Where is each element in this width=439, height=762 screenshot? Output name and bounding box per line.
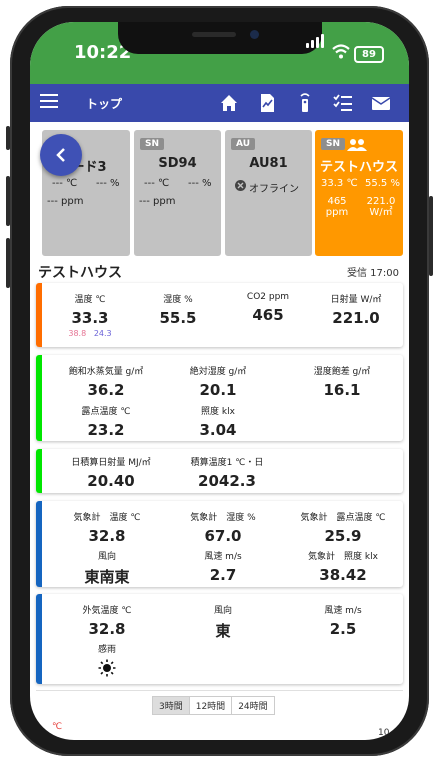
sensor-absolute-humidity: 絶対湿度 g/㎥ 20.1 [189,367,247,399]
chart-range-tabs: 3時間 12時間 24時間 [152,696,275,715]
device-temp: 33.3 ℃ [321,178,358,189]
tab-12h[interactable]: 12時間 [188,696,233,715]
sensor-solar: 日射量 W/㎡ 221.0 [330,295,382,327]
mail-icon[interactable] [370,92,392,114]
weather-temp: 気象計 温度 ℃ 32.8 [73,513,141,545]
device-temp: --- ℃ [52,178,78,189]
power-button [429,196,433,276]
device-hum: 55.5 % [365,178,400,189]
device-name: テストハウス [319,160,398,175]
temp-min: 24.3 [93,329,112,338]
camera [250,30,259,39]
status-bar: 10:22 89 [30,22,409,84]
tab-3h[interactable]: 3時間 [152,696,190,715]
sensor-temp: 温度 ℃ 33.3 38.8 24.3 [68,295,112,338]
sensor-cumulative-solar: 日積算日射量 MJ/㎡ 20.40 [71,458,151,490]
outdoor-panel: 外気温度 ℃ 32.8 風向 東 風速 m/s 2.5 感雨 [36,594,403,684]
weather-humidity: 気象計 湿度 % 67.0 [190,513,256,545]
speaker [192,32,236,37]
device-card-selected[interactable]: SN テストハウス 33.3 ℃ 55.5 % 465 ppm 221.0 W/… [315,130,403,256]
offline-icon [235,180,246,194]
group-icon [347,137,367,156]
wifi-icon [332,44,350,64]
temp-max: 38.8 [68,329,87,338]
device-card[interactable]: AU AU81 オフライン [225,130,312,256]
graph-report-icon[interactable] [256,92,278,114]
sensor-panel: 温度 ℃ 33.3 38.8 24.3 湿度 % 55.5 CO2 ppm 46… [36,283,403,347]
notch [118,22,322,54]
weather-illuminance: 気象計 照度 klx 38.42 [308,552,378,584]
panel-accent [36,355,42,441]
device-name: AU81 [249,156,288,171]
panel-accent [36,449,42,493]
weather-station-panel: 気象計 温度 ℃ 32.8 気象計 湿度 % 67.0 気象計 露点温度 ℃ 2… [36,501,403,587]
device-ppm: --- ppm [47,196,84,207]
chevron-left-icon [56,148,65,162]
device-badge: SN [140,138,165,150]
volume-down-button [6,238,10,288]
device-solar-value: 221.0 [366,196,396,207]
rain-sensor: 感雨 [52,642,162,681]
panel-accent [36,594,42,684]
device-ppm: --- ppm [139,196,176,207]
hamburger-menu-icon[interactable] [40,94,58,110]
outdoor-wind-direction: 風向 東 [213,606,232,640]
outdoor-wind-speed: 風速 m/s 2.5 [324,606,362,638]
outdoor-temp: 外気温度 ℃ 32.8 [82,606,132,638]
section-title: テストハウス [38,265,122,281]
sensor-illuminance: 照度 klx 3.04 [199,407,237,439]
device-temp: --- ℃ [144,178,170,189]
screen: 10:22 89 トップ ード3 --- ℃ --- % --- ppm SN … [30,22,409,740]
device-badge: SN [321,138,346,150]
device-ppm-unit: ppm [325,207,349,218]
sensor-panel: 日積算日射量 MJ/㎡ 20.40 積算温度1 ℃・日 2042.3 [36,449,403,493]
chart-left-unit: ℃ [52,722,63,732]
device-name: SD94 [158,156,197,171]
device-offline: オフライン [249,184,299,195]
panel-divider [36,690,403,691]
device-hum: --- % [188,178,212,189]
device-ppm-value: 465 [327,196,347,207]
weather-wind-direction: 風向 東南東 [84,552,130,586]
battery-icon: 89 [354,46,384,63]
tab-24h[interactable]: 24時間 [231,696,275,715]
sensor-humidity: 湿度 % 55.5 [159,295,197,327]
remote-control-icon[interactable] [294,92,316,114]
checklist-icon[interactable] [332,92,354,114]
page-title: トップ [86,97,123,111]
app-bar: トップ [30,84,409,122]
weather-wind-speed: 風速 m/s 2.7 [204,552,242,584]
home-icon[interactable] [218,92,240,114]
sensor-cumulative-temp: 積算温度1 ℃・日 2042.3 [190,458,264,490]
device-badge: AU [231,138,255,150]
chart-right-tick: 10 [378,728,390,738]
sensor-humidity-deficit: 湿度飽差 g/㎥ 16.1 [313,367,371,399]
sensor-dew-point: 露点温度 ℃ 23.2 [81,407,131,439]
device-hum: --- % [96,178,120,189]
sensor-panel: 飽和水蒸気量 g/㎥ 36.2 絶対湿度 g/㎥ 20.1 湿度飽差 g/㎥ 1… [36,355,403,441]
device-card[interactable]: SN SD94 --- ℃ --- % --- ppm [134,130,221,256]
panel-accent [36,283,42,347]
volume-up-button [6,176,10,226]
sensor-co2: CO2 ppm 465 [246,292,290,324]
sensor-saturated-vapor: 飽和水蒸気量 g/㎥ 36.2 [68,367,144,399]
back-fab-button[interactable] [40,134,82,176]
silent-switch [6,126,10,150]
received-time: 受信 17:00 [347,268,399,279]
device-cards: ード3 --- ℃ --- % --- ppm SN SD94 --- ℃ --… [30,130,409,258]
panel-accent [36,501,42,587]
device-solar-unit: W/㎡ [369,207,393,218]
weather-dew-point: 気象計 露点温度 ℃ 25.9 [300,513,386,545]
sun-icon [52,659,162,681]
